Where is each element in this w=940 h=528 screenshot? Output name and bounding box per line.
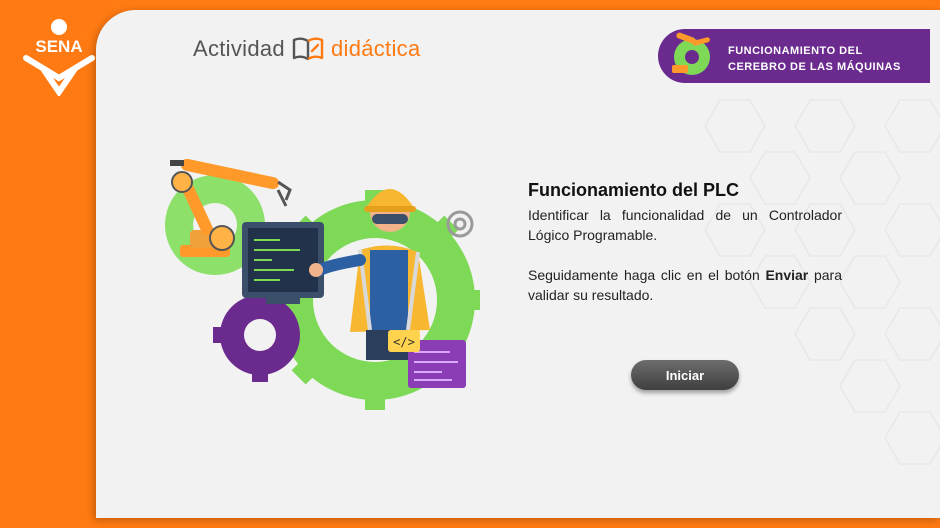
- page-title: Funcionamiento del PLC: [528, 180, 740, 200]
- instruction-prefix: Seguidamente haga clic en el botón: [528, 267, 766, 283]
- topic-badge: FUNCIONAMIENTO DEL CEREBRO DE LAS MÁQUIN…: [658, 29, 930, 83]
- activity-label: Actividad: [193, 36, 285, 61]
- topic-line-1: FUNCIONAMIENTO DEL: [728, 45, 863, 57]
- monitor-icon: [242, 222, 324, 304]
- activity-description: Funcionamiento del PLC Identificar la fu…: [528, 180, 842, 305]
- sena-logo-text: SENA: [35, 37, 82, 56]
- topic-line-2: CEREBRO DE LAS MÁQUINAS: [728, 61, 901, 73]
- engineer-illustration: </>: [165, 158, 480, 410]
- svg-text:</>: </>: [393, 335, 415, 349]
- topic-title: FUNCIONAMIENTO DEL CEREBRO DE LAS MÁQUIN…: [728, 43, 918, 75]
- instruction-text: Seguidamente haga clic en el botón Envia…: [528, 265, 842, 305]
- instruction-bold: Enviar: [765, 267, 809, 283]
- didactic-label: didáctica: [330, 36, 421, 61]
- activity-brand: Actividad didáctica: [193, 36, 421, 62]
- robot-arm-icon: [672, 32, 710, 75]
- sena-logo: SENA: [23, 19, 95, 96]
- book-icon: [292, 37, 324, 61]
- intro-text: Identificar la funcionalidad de un Contr…: [528, 207, 842, 243]
- start-button[interactable]: Iniciar: [631, 360, 739, 390]
